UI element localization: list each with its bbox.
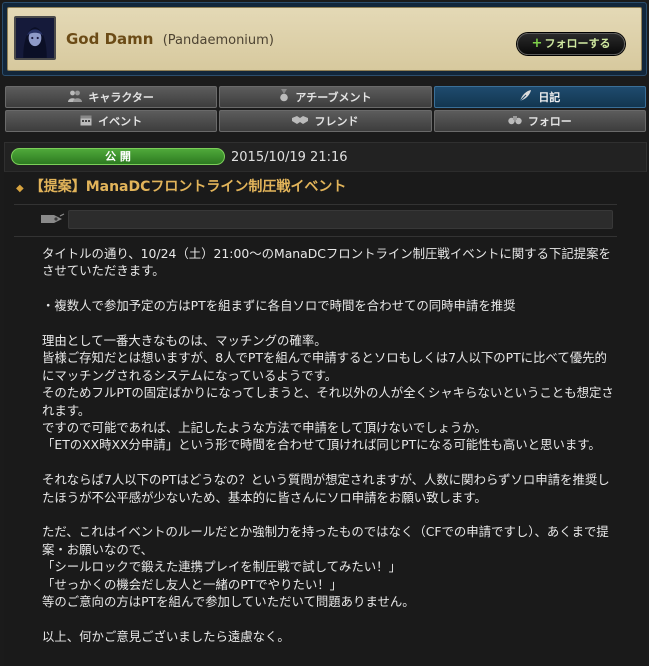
body-line: ・複数人で参加予定の方はPTを組まずに各自ソロで時間を合わせての同時申請を推奨 (42, 298, 516, 314)
character-name-line: God Damn (Pandaemonium) (66, 30, 274, 48)
body-line: ですので可能であれば、上記したような方法で申請をして頂けないでしょうか。 (42, 420, 487, 436)
body-line: それならば7人以下のPTはどうなの？という質問が想定されますが、人数に関わらずソ… (42, 472, 610, 505)
tag-divider (14, 236, 617, 237)
tab-row-2: イベント フレンド フォロー (5, 110, 646, 133)
plus-icon: + (531, 36, 543, 51)
medal-icon (279, 89, 289, 105)
calendar-icon (80, 114, 92, 129)
tab-character-label: キャラクター (88, 91, 154, 104)
entry-title-line: ◆ 【提案】ManaDCフロントライン制圧戦イベント (16, 176, 346, 196)
tab-character[interactable]: キャラクター (5, 86, 218, 108)
title-divider (14, 204, 617, 205)
follow-button-label: フォローする (544, 37, 611, 50)
entry-title: 【提案】ManaDCフロントライン制圧戦イベント (29, 179, 347, 195)
tag-icon (41, 213, 65, 223)
body-line: 「ETのXX時XX分申請」という形で時間を合わせて頂ければ同じPTになる可能性も… (42, 437, 601, 453)
body-line: そのためフルPTの固定ばかりになってしまうと、それ以外の人が全くシャキらないとい… (42, 385, 614, 418)
tab-event[interactable]: イベント (5, 110, 218, 132)
tab-diary-label: 日記 (538, 91, 561, 104)
entry-meta-bar: 公 開 2015/10/19 21:16 (4, 142, 647, 172)
profile-tabs: キャラクター アチーブメント 日記 イベント フレンド フォロー (5, 86, 646, 134)
character-header: God Damn (Pandaemonium) + フォローする (2, 2, 647, 76)
quill-icon (519, 89, 532, 105)
tag-list (68, 210, 613, 229)
tag-row (40, 209, 613, 231)
entry-body: タイトルの通り、10/24（土）21:00～のManaDCフロントライン制圧戦イ… (42, 245, 616, 645)
follow-button[interactable]: + フォローする (517, 33, 625, 55)
avatar-portrait-icon (16, 18, 54, 58)
character-name[interactable]: God Damn (66, 30, 153, 48)
visibility-badge: 公 開 (11, 148, 225, 165)
body-line: 「せっかくの機会だし友人と一緒のPTでやりたい！」 (42, 576, 343, 592)
body-line: 以上、何かご意見ございましたら遠慮なく。 (42, 628, 290, 644)
body-line: 等のご意向の方はPTを組んで参加していただいて問題ありません。 (42, 594, 415, 610)
body-line: 「シールロックで鍛えた連携プレイを制圧戦で試してみたい！」 (42, 559, 401, 575)
character-banner: God Damn (Pandaemonium) + フォローする (7, 7, 642, 71)
body-line: ただ、これはイベントのルールだとか強制力を持ったものではなく（CFでの申請ですし… (42, 524, 609, 557)
body-line: タイトルの通り、10/24（土）21:00～のManaDCフロントライン制圧戦イ… (42, 246, 611, 279)
body-line: 理由として一番大きなものは、マッチングの確率。 (42, 333, 327, 348)
tab-achievement-label: アチーブメント (295, 91, 372, 104)
tab-row-1: キャラクター アチーブメント 日記 (5, 86, 646, 109)
tab-friend[interactable]: フレンド (219, 110, 432, 132)
tab-follow-label: フォロー (527, 115, 572, 128)
tab-diary[interactable]: 日記 (433, 86, 646, 108)
tab-event-label: イベント (98, 115, 143, 128)
tab-achievement[interactable]: アチーブメント (219, 86, 432, 108)
character-avatar[interactable] (14, 16, 56, 60)
people-icon (68, 90, 83, 105)
tab-friend-label: フレンド (314, 115, 359, 128)
diary-entry: 公 開 2015/10/19 21:16 ◆ 【提案】ManaDCフロントライン制… (4, 142, 647, 666)
binoculars-icon (508, 115, 522, 128)
body-line: 皆様ご存知だとは想いますが、8人でPTを組んで申請するとソロもしくは7人以下のP… (42, 350, 607, 383)
entry-date: 2015/10/19 21:16 (231, 150, 348, 165)
tab-follow[interactable]: フォロー (433, 110, 646, 132)
handshake-icon (292, 115, 309, 128)
character-world: (Pandaemonium) (162, 33, 274, 48)
diamond-bullet-icon: ◆ (16, 183, 24, 194)
